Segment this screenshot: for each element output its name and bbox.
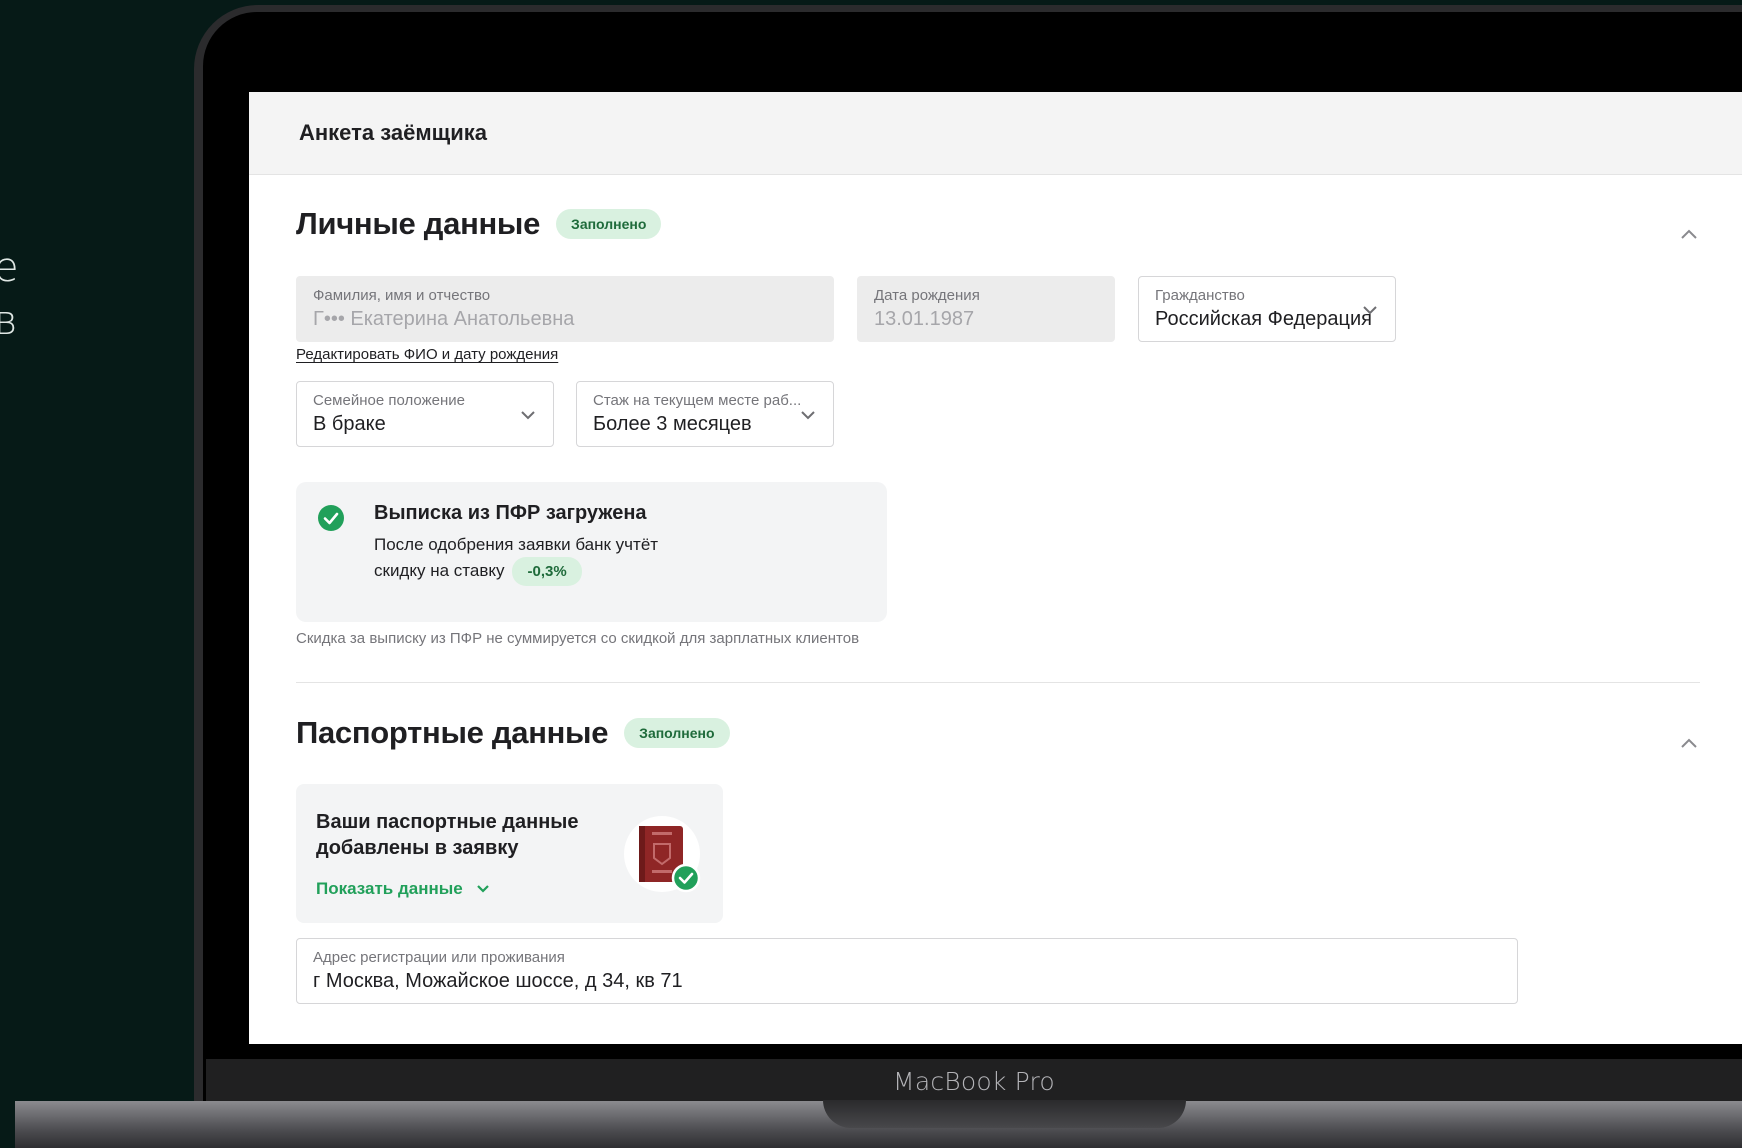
address-field[interactable]: Адрес регистрации или проживания г Москв… [296,938,1518,1004]
field-value: Более 3 месяцев [593,413,752,435]
field-label: Гражданство [1155,287,1245,304]
chevron-down-icon [1363,306,1377,315]
chevron-up-icon[interactable] [1678,224,1700,246]
pfr-note: Скидка за выписку из ПФР не суммируется … [296,630,860,647]
birth-date-field: Дата рождения 13.01.1987 [857,276,1115,342]
pfr-status-card: Выписка из ПФР загружена После одобрения… [296,482,887,622]
field-label: Дата рождения [874,287,980,304]
chevron-up-icon[interactable] [1678,733,1700,755]
field-label: Адрес регистрации или проживания [313,949,565,966]
background-text-fragment: e [0,245,19,291]
discount-badge: -0,3% [512,557,582,586]
pfr-title: Выписка из ПФР загружена [374,502,647,524]
background-text-fragment: в [0,298,18,344]
passport-card: Ваши паспортные данные добавлены в заявк… [296,784,723,923]
app-screen: Анкета заёмщика Личные данные Заполнено … [249,92,1742,1044]
field-value: Российская Федерация [1155,308,1373,330]
check-circle-icon [318,505,344,531]
field-value: г Москва, Можайское шоссе, д 34, кв 71 [313,970,683,992]
field-label: Фамилия, имя и отчество [313,287,491,304]
edit-name-link[interactable]: Редактировать ФИО и дату рождения [296,346,558,363]
field-value: В браке [313,413,386,435]
field-label: Стаж на текущем месте раб... [593,392,802,409]
personal-section-header: Личные данные Заполнено [296,206,662,242]
laptop-notch [823,1100,1186,1128]
pfr-text: После одобрения заявки банк учтёт скидку… [374,532,714,586]
passport-card-title: Ваши паспортные данные добавлены в заявк… [316,811,579,859]
show-data-label: Показать данные [316,879,463,898]
chevron-down-icon [476,885,489,893]
header: Анкета заёмщика [249,92,1742,175]
section-divider [296,682,1700,683]
chevron-down-icon [521,411,535,420]
field-value: Г••• Екатерина Анатольевна [313,308,575,330]
marital-status-select[interactable]: Семейное положение В браке [296,381,554,447]
full-name-field: Фамилия, имя и отчество Г••• Екатерина А… [296,276,834,342]
section-title: Личные данные [296,206,541,241]
field-label: Семейное положение [313,392,465,409]
show-data-link[interactable]: Показать данные [316,879,491,899]
page-title: Анкета заёмщика [299,120,487,145]
section-title: Паспортные данные [296,715,609,750]
field-value: 13.01.1987 [874,308,975,330]
chevron-down-icon [801,411,815,420]
laptop-bottom-bezel: MacBook Pro [206,1059,1742,1101]
passport-section-header: Паспортные данные Заполнено [296,715,730,751]
citizenship-select[interactable]: Гражданство Российская Федерация [1138,276,1396,342]
status-badge: Заполнено [556,209,662,239]
passport-book-icon [624,816,701,893]
device-label: MacBook Pro [893,1067,1055,1096]
status-badge: Заполнено [624,718,730,748]
experience-select[interactable]: Стаж на текущем месте раб... Более 3 мес… [576,381,834,447]
